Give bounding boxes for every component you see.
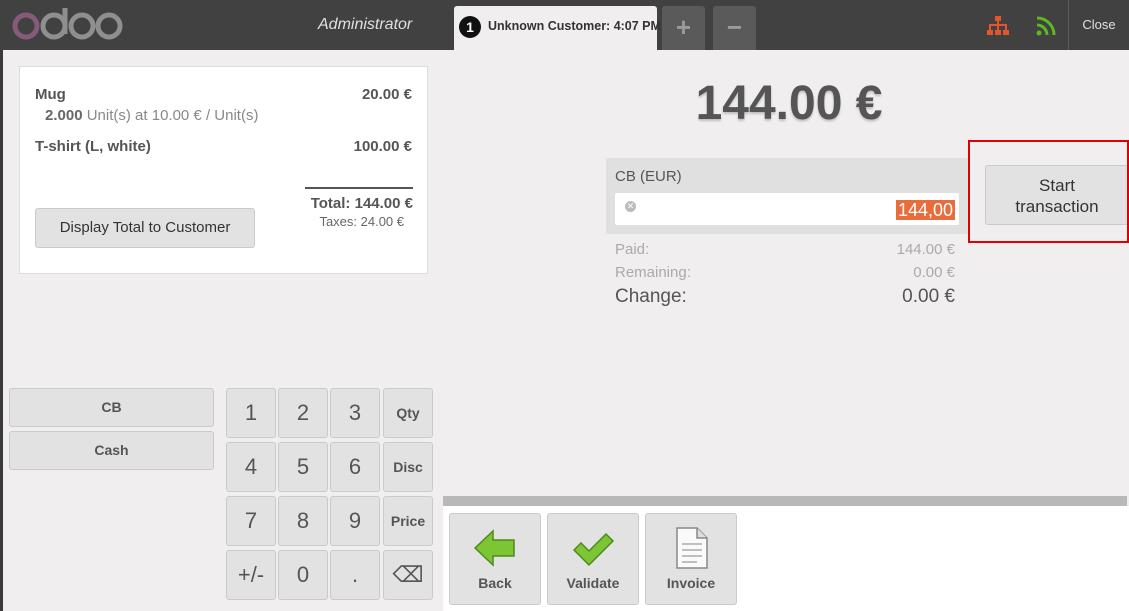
remaining-row: Remaining: 0.00 € xyxy=(615,264,955,281)
numpad-key-4[interactable]: 4 xyxy=(226,442,276,492)
payment-method-cb[interactable]: CB xyxy=(9,388,214,427)
change-label: Change: xyxy=(615,286,687,307)
validate-button[interactable]: Validate xyxy=(547,513,639,605)
invoice-label: Invoice xyxy=(666,575,716,591)
order-tab[interactable]: 1 Unknown Customer: 4:07 PM xyxy=(454,6,661,50)
order-number-badge: 1 xyxy=(459,16,481,38)
total-divider xyxy=(305,187,413,189)
numpad-key-7[interactable]: 7 xyxy=(226,496,276,546)
invoice-button[interactable]: Invoice xyxy=(645,513,737,605)
order-tab-label: Unknown Customer: 4:07 PM xyxy=(488,19,661,33)
delete-order-button[interactable]: − xyxy=(713,6,756,50)
invoice-document-icon xyxy=(676,527,708,569)
payment-line[interactable]: CB (EUR) ✕ 144,00 xyxy=(606,158,968,234)
numpad-key-dot[interactable]: . xyxy=(330,550,380,600)
backspace-icon[interactable]: ⌫ xyxy=(383,550,433,600)
payment-amount-input[interactable]: ✕ 144,00 xyxy=(615,193,959,225)
numpad-key-0[interactable]: 0 xyxy=(278,550,328,600)
numpad-key-3[interactable]: 3 xyxy=(330,388,380,438)
paid-value: 144.00 € xyxy=(896,241,955,258)
order-line-price: 20.00 € xyxy=(361,86,412,103)
action-bar xyxy=(443,506,1129,611)
back-label: Back xyxy=(478,575,512,591)
order-line-product: T-shirt (L, white) xyxy=(35,138,151,155)
odoo-logo xyxy=(12,8,123,40)
validate-label: Validate xyxy=(566,575,620,591)
order-line-qty: 2.000 xyxy=(45,107,83,124)
network-icon[interactable] xyxy=(986,14,1010,38)
back-button[interactable]: Back xyxy=(449,513,541,605)
connection-status-icon[interactable] xyxy=(1034,14,1058,38)
payment-line-method: CB (EUR) xyxy=(615,168,682,185)
change-row: Change: 0.00 € xyxy=(615,286,955,308)
numpad-disc-mode[interactable]: Disc xyxy=(383,442,433,492)
numpad-plus-minus[interactable]: +/- xyxy=(226,550,276,600)
numpad-key-6[interactable]: 6 xyxy=(330,442,380,492)
numpad-key-1[interactable]: 1 xyxy=(226,388,276,438)
add-order-button[interactable]: + xyxy=(662,6,705,50)
checkmark-icon xyxy=(572,532,615,567)
close-button[interactable]: Close xyxy=(1068,0,1129,50)
numpad-qty-mode[interactable]: Qty xyxy=(383,388,433,438)
order-line-info: 2.000 Unit(s) at 10.00 € / Unit(s) xyxy=(45,107,258,124)
payment-amount-value: 144,00 xyxy=(895,200,955,220)
order-total: Total: 144.00 € xyxy=(310,195,413,212)
top-bar: Administrator 1 Unknown Customer: 4:07 P… xyxy=(0,0,1129,50)
remaining-label: Remaining: xyxy=(615,264,691,281)
back-arrow-icon xyxy=(473,529,515,567)
change-value: 0.00 € xyxy=(902,286,955,307)
delete-payment-line-icon[interactable]: ✕ xyxy=(625,201,636,212)
order-taxes: Taxes: 24.00 € xyxy=(319,214,404,229)
payment-separator xyxy=(443,496,1127,506)
numpad-key-5[interactable]: 5 xyxy=(278,442,328,492)
payment-method-cash[interactable]: Cash xyxy=(9,431,214,470)
paid-label: Paid: xyxy=(615,241,650,258)
numpad-key-2[interactable]: 2 xyxy=(278,388,328,438)
order-panel: Mug 20.00 € 2.000 Unit(s) at 10.00 € / U… xyxy=(19,66,428,274)
display-total-button[interactable]: Display Total to Customer xyxy=(35,208,255,248)
pos-screen: Administrator 1 Unknown Customer: 4:07 P… xyxy=(0,0,1129,611)
cashier-name[interactable]: Administrator xyxy=(318,16,412,34)
paid-row: Paid: 144.00 € xyxy=(615,241,955,258)
order-line-price: 100.00 € xyxy=(353,138,412,155)
remaining-value: 0.00 € xyxy=(913,264,955,281)
highlight-box xyxy=(968,140,1129,243)
order-line-unit-info: Unit(s) at 10.00 € / Unit(s) xyxy=(86,107,259,124)
numpad-price-mode[interactable]: Price xyxy=(383,496,433,546)
numpad-key-9[interactable]: 9 xyxy=(330,496,380,546)
amount-due: 144.00 € xyxy=(695,77,883,130)
order-line-product: Mug xyxy=(35,86,66,103)
left-edge xyxy=(0,50,3,611)
numpad-key-8[interactable]: 8 xyxy=(278,496,328,546)
